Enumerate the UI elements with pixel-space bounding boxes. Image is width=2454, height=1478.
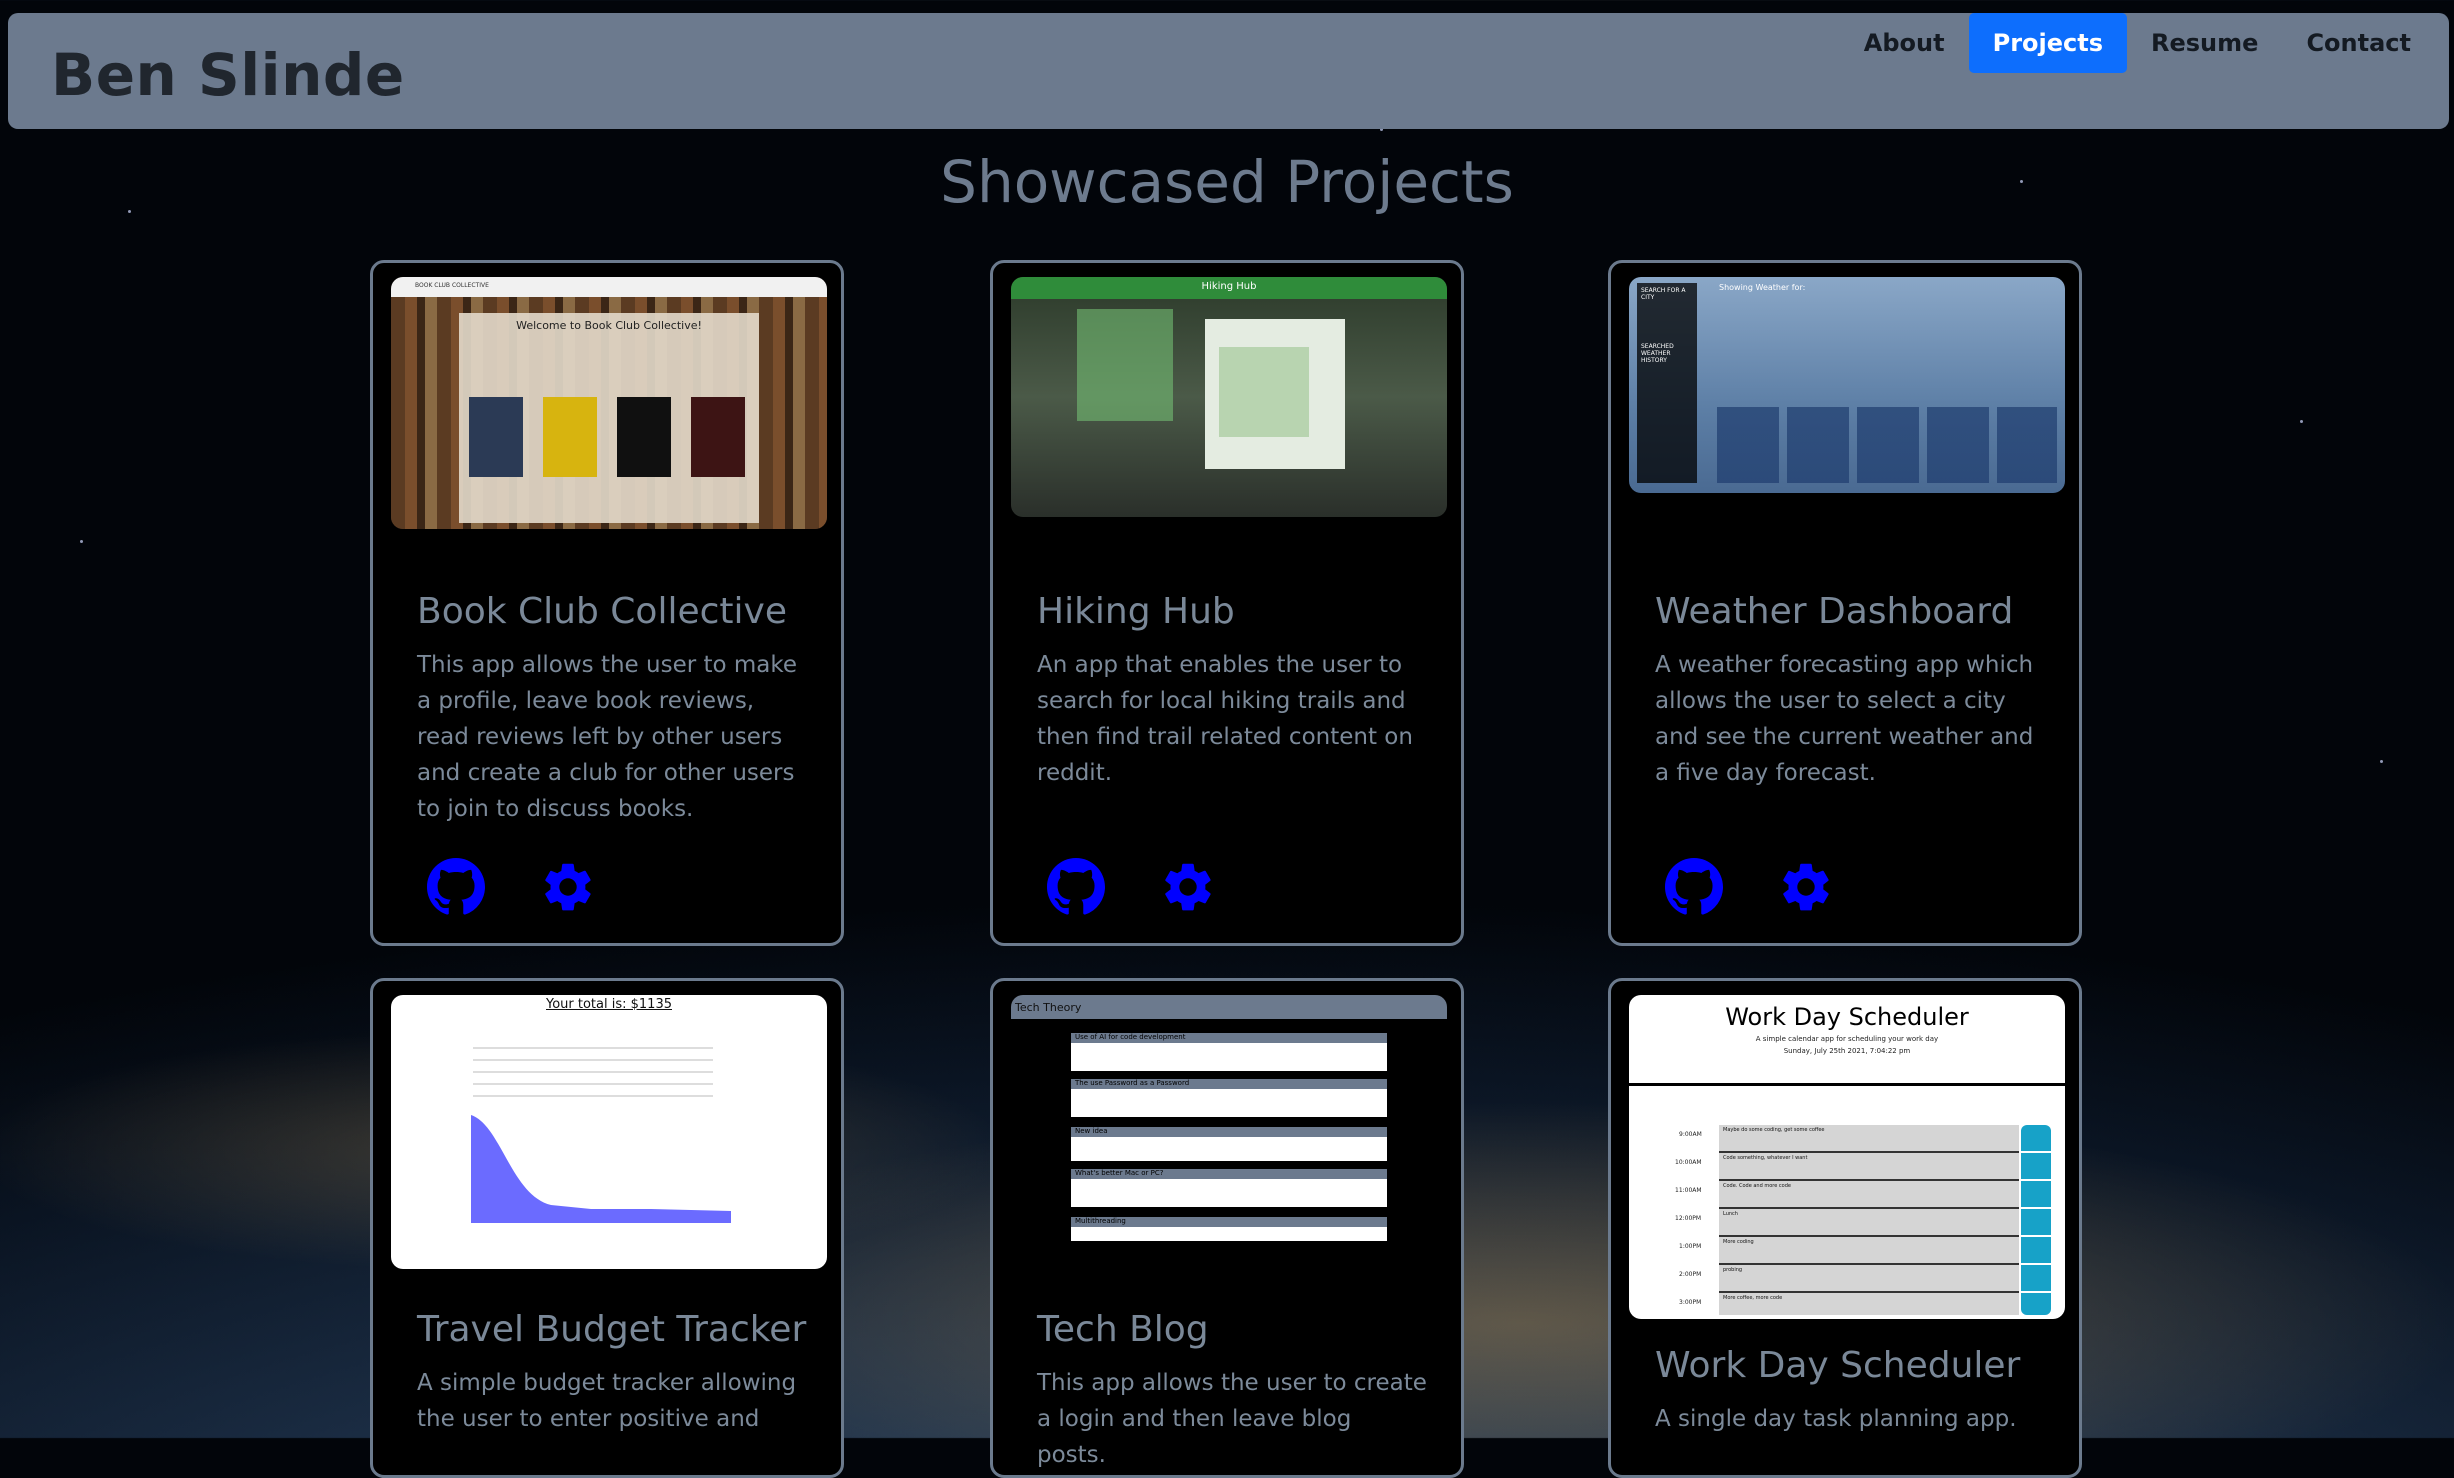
project-card: SEARCH FOR A CITY SEARCHED WEATHER HISTO…	[1608, 260, 2082, 946]
scheduler-rows: 9:00AM 10:00AM 11:00AM 12:00PM 1:00PM 2:…	[1651, 1125, 2051, 1315]
project-screenshot[interactable]: BOOK CLUB COLLECTIVE Welcome to Book Clu…	[391, 277, 827, 529]
hour-label: 9:00AM	[1679, 1131, 1702, 1138]
task-text: Lunch	[1723, 1211, 1738, 1217]
screenshot-subtitle: A simple calendar app for scheduling you…	[1755, 1035, 1939, 1043]
project-description: A simple budget tracker allowing the use…	[417, 1370, 797, 1432]
project-links	[427, 858, 597, 916]
budget-chart-thumbnail	[471, 1115, 731, 1223]
project-card: Your total is: $1135 Travel Budget Track…	[370, 978, 844, 1478]
nav-contact[interactable]: Contact	[2282, 13, 2435, 73]
project-description: A single day task planning app.	[1655, 1406, 2017, 1432]
nav-projects[interactable]: Projects	[1968, 13, 2128, 73]
project-links	[1665, 858, 1835, 916]
blog-post-title: Use of AI for code development	[1075, 1033, 1186, 1041]
project-card: Hiking Hub Hiking Hub An app that enable…	[990, 260, 1464, 946]
gear-icon[interactable]	[539, 858, 597, 916]
hour-label: 10:00AM	[1675, 1159, 1702, 1166]
project-screenshot[interactable]: Tech Theory Use of AI for code developme…	[1011, 995, 1447, 1255]
project-title: Weather Dashboard	[1655, 591, 2014, 632]
project-card: Tech Theory Use of AI for code developme…	[990, 978, 1464, 1478]
task-text: Code something, whatever I want	[1723, 1155, 1808, 1161]
nav-about[interactable]: About	[1840, 13, 1969, 73]
project-card: BOOK CLUB COLLECTIVE Welcome to Book Clu…	[370, 260, 844, 946]
brand-name[interactable]: Ben Slinde	[51, 41, 405, 109]
page-title: Showcased Projects	[940, 148, 1514, 216]
project-title: Book Club Collective	[417, 591, 787, 632]
project-screenshot[interactable]: Hiking Hub	[1011, 277, 1447, 517]
screenshot-title: Work Day Scheduler	[1725, 1003, 1969, 1031]
hour-label: 3:00PM	[1679, 1299, 1702, 1306]
hour-label: 12:00PM	[1675, 1215, 1702, 1222]
project-description: An app that enables the user to search f…	[1037, 652, 1413, 786]
screenshot-history-label: SEARCHED WEATHER HISTORY	[1641, 343, 1674, 364]
gear-icon[interactable]	[1159, 858, 1217, 916]
screenshot-header: BOOK CLUB COLLECTIVE	[415, 282, 489, 289]
blog-post-thumb	[1071, 1127, 1387, 1161]
github-icon[interactable]	[1665, 858, 1723, 916]
screenshot-side-label: SEARCH FOR A CITY	[1641, 287, 1686, 301]
blog-post-title: New idea	[1075, 1127, 1108, 1135]
project-title: Tech Blog	[1037, 1309, 1209, 1350]
task-text: probing	[1723, 1267, 1743, 1273]
nav-resume[interactable]: Resume	[2127, 13, 2282, 73]
screenshot-title: Your total is: $1135	[546, 997, 672, 1012]
task-text: More coding	[1723, 1239, 1754, 1245]
task-text: Maybe do some coding, get some coffee	[1723, 1127, 1825, 1133]
hour-label: 2:00PM	[1679, 1271, 1702, 1278]
task-text: More coffee, more code	[1723, 1295, 1783, 1301]
project-links	[1047, 858, 1217, 916]
project-description: This app allows the user to create a log…	[1037, 1370, 1427, 1468]
project-title: Work Day Scheduler	[1655, 1345, 2021, 1386]
blog-post-title: Multithreading	[1075, 1217, 1126, 1225]
hour-label: 11:00AM	[1675, 1187, 1702, 1194]
github-icon[interactable]	[1047, 858, 1105, 916]
screenshot-date: Sunday, July 25th 2021, 7:04:22 pm	[1783, 1047, 1911, 1055]
project-card: Work Day Scheduler A simple calendar app…	[1608, 978, 2082, 1478]
main-nav: About Projects Resume Contact	[1840, 13, 2435, 73]
blog-post-title: The use Password as a Password	[1075, 1079, 1190, 1087]
blog-post-title: What's better Mac or PC?	[1075, 1169, 1164, 1177]
project-description: A weather forecasting app which allows t…	[1655, 652, 2034, 786]
project-title: Hiking Hub	[1037, 591, 1235, 632]
project-screenshot[interactable]: SEARCH FOR A CITY SEARCHED WEATHER HISTO…	[1629, 277, 2065, 493]
project-screenshot[interactable]: Your total is: $1135	[391, 995, 827, 1269]
task-text: Code. Code and more code	[1723, 1183, 1791, 1189]
github-icon[interactable]	[427, 858, 485, 916]
screenshot-title: Hiking Hub	[1201, 281, 1257, 292]
gear-icon[interactable]	[1777, 858, 1835, 916]
project-title: Travel Budget Tracker	[417, 1309, 807, 1350]
hour-label: 1:00PM	[1679, 1243, 1702, 1250]
navbar: Ben Slinde About Projects Resume Contact	[8, 13, 2449, 129]
screenshot-title: Tech Theory	[1015, 1001, 1082, 1014]
project-description: This app allows the user to make a profi…	[417, 652, 798, 822]
screenshot-title: Welcome to Book Club Collective!	[516, 319, 702, 332]
screenshot-title: Showing Weather for:	[1719, 283, 1806, 292]
project-screenshot[interactable]: Work Day Scheduler A simple calendar app…	[1629, 995, 2065, 1319]
